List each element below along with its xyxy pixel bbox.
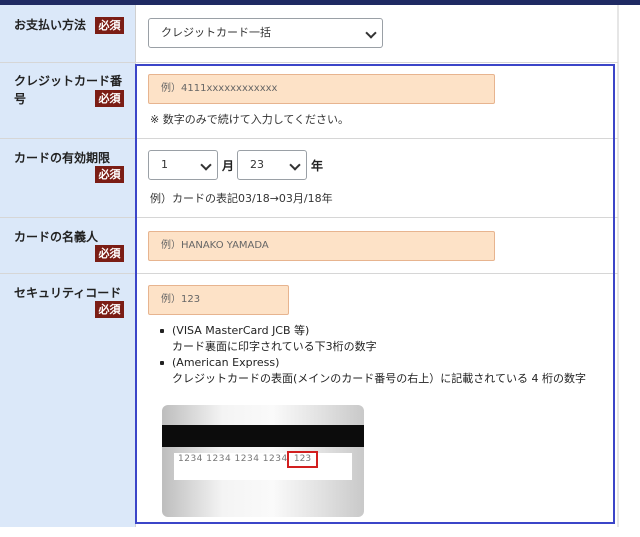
hint-item: (VISA MasterCard JCB 等) カード裏面に印字されている下3桁…	[158, 323, 586, 355]
required-badge: 必須	[95, 245, 124, 262]
payment-method-value: クレジットカード一括	[161, 26, 271, 39]
holder-name-label: カードの名義人	[14, 230, 99, 244]
magnetic-stripe	[162, 425, 364, 447]
hint-desc: カード裏面に印字されている下3桁の数字	[172, 340, 377, 353]
holder-name-input[interactable]: 例）HANAKO YAMADA	[148, 231, 495, 261]
row-divider	[0, 138, 618, 139]
payment-method-select[interactable]: クレジットカード一括	[148, 18, 383, 48]
hint-brand: (American Express)	[172, 356, 280, 369]
hint-desc: クレジットカードの表面(メインのカード番号の右上）に記載されている 4 桁の数字	[172, 372, 586, 385]
hint-brand: (VISA MasterCard JCB 等)	[172, 324, 310, 337]
month-unit: 月	[222, 159, 235, 173]
expiry-year-select[interactable]: 23	[237, 150, 307, 180]
required-badge: 必須	[95, 90, 124, 107]
row-divider	[0, 217, 618, 218]
card-number-sample: 1234 1234 1234 1234	[178, 454, 288, 464]
chevron-down-icon	[365, 27, 377, 39]
card-back-image: 1234 1234 1234 1234 123	[162, 405, 364, 517]
expiry-month-select[interactable]: 1	[148, 150, 218, 180]
required-badge: 必須	[95, 166, 124, 183]
column-divider	[135, 5, 136, 527]
row-divider	[0, 62, 618, 63]
expiry-month-value: 1	[161, 158, 168, 171]
security-code-hints: (VISA MasterCard JCB 等) カード裏面に印字されている下3桁…	[158, 323, 586, 387]
expiry-year-value: 23	[250, 158, 264, 171]
security-code-label: セキュリティコード	[14, 286, 122, 300]
chevron-down-icon	[289, 159, 301, 171]
year-unit: 年	[311, 159, 324, 173]
security-code-input[interactable]: 例）123	[148, 285, 289, 315]
right-edge	[617, 5, 619, 527]
payment-method-label: お支払い方法	[14, 18, 87, 32]
card-number-note: ※ 数字のみで続けて入力してください。	[150, 113, 350, 126]
card-number-input[interactable]: 例）4111xxxxxxxxxxxx	[148, 74, 495, 104]
expiry-label: カードの有効期限	[14, 151, 111, 165]
chevron-down-icon	[200, 159, 212, 171]
expiry-note: 例）カードの表記03/18→03月/18年	[150, 192, 333, 205]
required-badge: 必須	[95, 301, 124, 318]
cvv-highlight: 123	[287, 451, 318, 468]
required-badge: 必須	[95, 17, 124, 34]
row-divider	[0, 273, 618, 274]
hint-item: (American Express) クレジットカードの表面(メインのカード番号…	[158, 355, 586, 387]
